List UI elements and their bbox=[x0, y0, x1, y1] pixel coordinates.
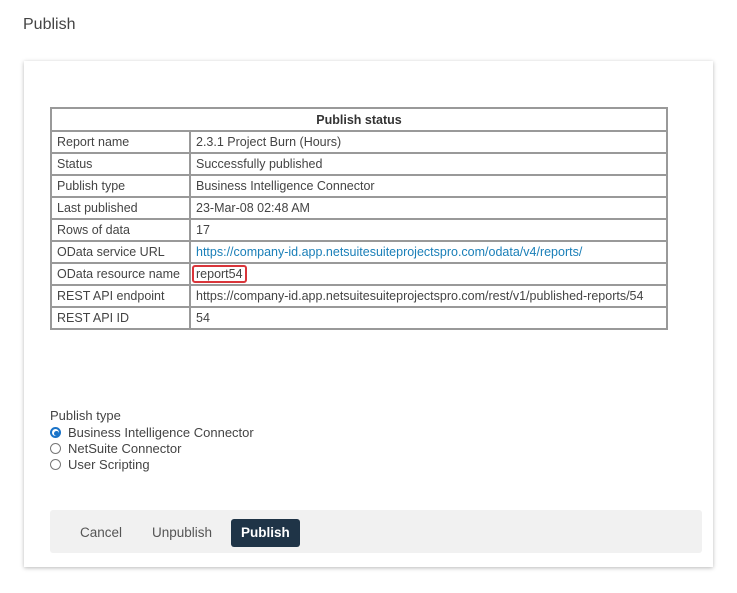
page-title: Publish bbox=[23, 16, 76, 33]
row-label-status: Status bbox=[50, 152, 191, 176]
radio-button[interactable] bbox=[50, 458, 61, 470]
unpublish-button[interactable]: Unpublish bbox=[142, 519, 222, 547]
radio-button-checked[interactable] bbox=[50, 426, 61, 438]
radio-label-user-scripting: User Scripting bbox=[68, 456, 150, 472]
publish-type-group: Publish type Business Intelligence Conne… bbox=[50, 408, 254, 472]
row-value-report-name: 2.3.1 Project Burn (Hours) bbox=[189, 130, 668, 154]
radio-label-netsuite-connector: NetSuite Connector bbox=[68, 440, 182, 456]
radio-button[interactable] bbox=[50, 442, 61, 454]
row-label-rest-api-id: REST API ID bbox=[50, 306, 191, 330]
radio-option-bi-connector[interactable]: Business Intelligence Connector bbox=[50, 424, 254, 440]
row-value-odata-service-url: https://company-id.app.netsuitesuiteproj… bbox=[189, 240, 668, 264]
row-label-odata-resource-name: OData resource name bbox=[50, 262, 191, 286]
table-row: REST API ID 54 bbox=[50, 306, 668, 330]
row-label-publish-type: Publish type bbox=[50, 174, 191, 198]
table-row: OData service URL https://company-id.app… bbox=[50, 240, 668, 264]
publish-status-table: Publish status Report name 2.3.1 Project… bbox=[50, 107, 668, 330]
table-row: OData resource name report54 bbox=[50, 262, 668, 286]
row-value-rows-of-data: 17 bbox=[189, 218, 668, 242]
odata-resource-name-highlight: report54 bbox=[192, 265, 247, 283]
action-bar: Cancel Unpublish Publish bbox=[50, 510, 702, 553]
table-row: Report name 2.3.1 Project Burn (Hours) bbox=[50, 130, 668, 154]
table-row: Publish type Business Intelligence Conne… bbox=[50, 174, 668, 198]
row-value-odata-resource-name: report54 bbox=[189, 262, 668, 286]
radio-option-user-scripting[interactable]: User Scripting bbox=[50, 456, 254, 472]
publish-button[interactable]: Publish bbox=[231, 519, 300, 547]
odata-service-url-link[interactable]: https://company-id.app.netsuitesuiteproj… bbox=[196, 245, 582, 259]
publish-status-caption: Publish status bbox=[50, 107, 668, 132]
row-label-last-published: Last published bbox=[50, 196, 191, 220]
cancel-button[interactable]: Cancel bbox=[70, 519, 132, 547]
row-label-rows-of-data: Rows of data bbox=[50, 218, 191, 242]
table-row: Rows of data 17 bbox=[50, 218, 668, 242]
radio-option-netsuite-connector[interactable]: NetSuite Connector bbox=[50, 440, 254, 456]
row-value-status: Successfully published bbox=[189, 152, 668, 176]
row-value-rest-api-id: 54 bbox=[189, 306, 668, 330]
publish-panel: Publish status Report name 2.3.1 Project… bbox=[24, 61, 713, 567]
row-label-odata-service-url: OData service URL bbox=[50, 240, 191, 264]
table-row: Last published 23-Mar-08 02:48 AM bbox=[50, 196, 668, 220]
row-value-last-published: 23-Mar-08 02:48 AM bbox=[189, 196, 668, 220]
publish-type-legend: Publish type bbox=[50, 408, 121, 423]
row-value-rest-api-endpoint: https://company-id.app.netsuitesuiteproj… bbox=[189, 284, 668, 308]
row-label-rest-api-endpoint: REST API endpoint bbox=[50, 284, 191, 308]
row-label-report-name: Report name bbox=[50, 130, 191, 154]
table-row: Status Successfully published bbox=[50, 152, 668, 176]
table-row: REST API endpoint https://company-id.app… bbox=[50, 284, 668, 308]
row-value-publish-type: Business Intelligence Connector bbox=[189, 174, 668, 198]
radio-label-bi-connector: Business Intelligence Connector bbox=[68, 424, 254, 440]
